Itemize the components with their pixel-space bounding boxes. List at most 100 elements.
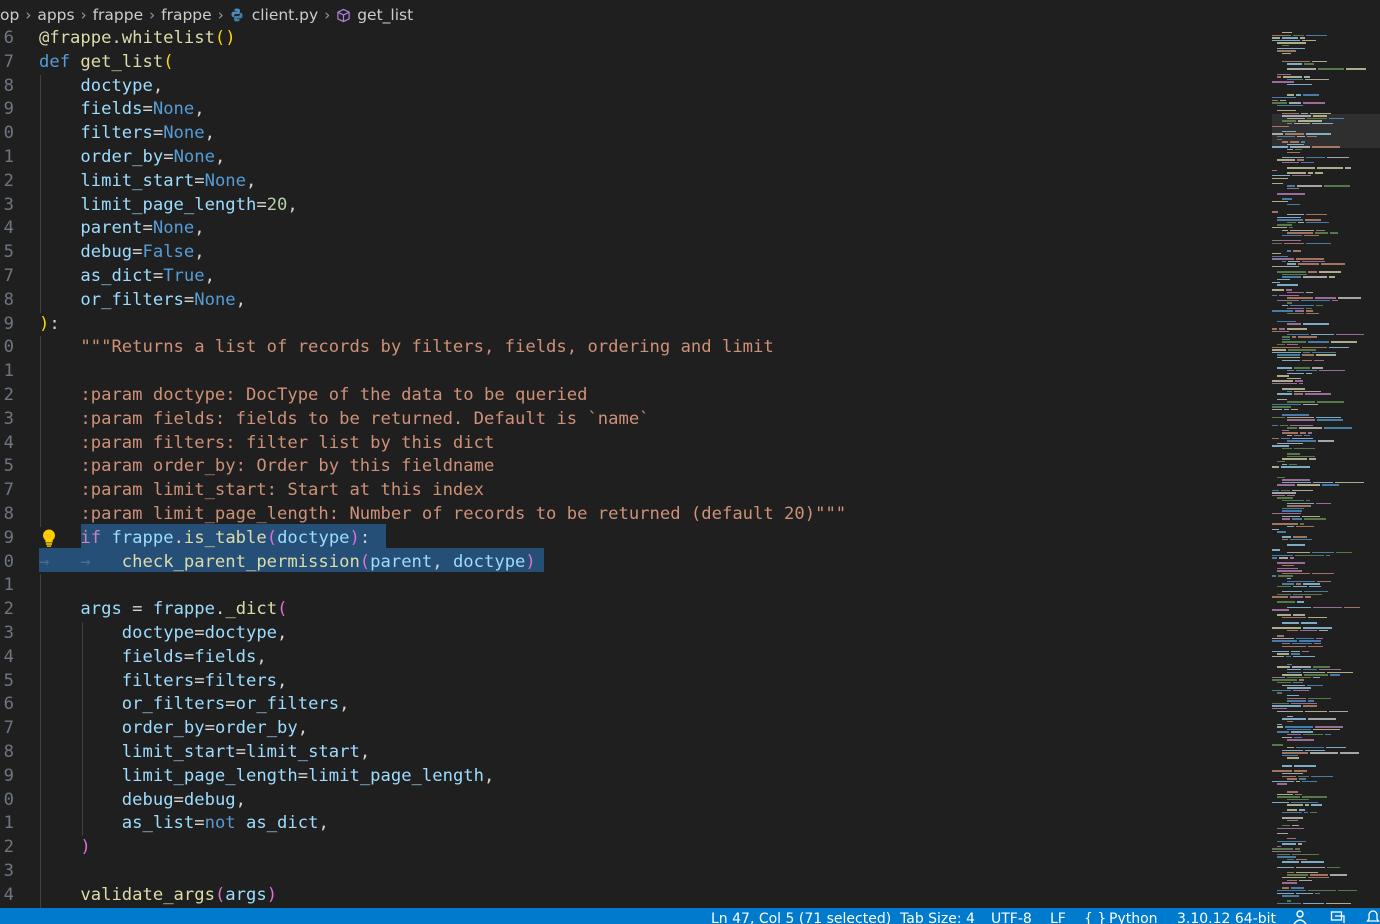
minimap-code-line bbox=[1287, 804, 1303, 806]
minimap-code-line bbox=[1305, 710, 1327, 712]
minimap-code-line bbox=[1295, 848, 1300, 850]
minimap-code-line bbox=[1287, 390, 1292, 393]
minimap-code-line bbox=[1292, 437, 1313, 439]
minimap-code-line bbox=[1312, 367, 1323, 369]
minimap-code-line bbox=[1277, 903, 1301, 905]
code-line: 7 def get_list( bbox=[0, 51, 1270, 75]
minimap-code-line bbox=[1287, 328, 1307, 330]
minimap-code-line bbox=[1282, 32, 1292, 34]
tab-size[interactable]: Tab Size: 4 bbox=[900, 911, 975, 924]
breadcrumb-item-frappe[interactable]: frappe bbox=[93, 6, 144, 24]
minimap-code-line bbox=[1272, 650, 1289, 653]
minimap-code-line bbox=[1287, 401, 1315, 403]
minimap-code-line bbox=[1282, 754, 1298, 757]
status-bar: Ln 47, Col 5 (71 selected) Tab Size: 4 U… bbox=[0, 908, 1380, 924]
minimap-code-line bbox=[1282, 674, 1302, 676]
minimap-code-line bbox=[1336, 333, 1364, 335]
minimap-code-line bbox=[1277, 593, 1291, 595]
code-line: 3 doctype=doctype, bbox=[0, 622, 1270, 646]
minimap-code-line bbox=[1335, 481, 1364, 484]
minimap-code-line bbox=[1291, 887, 1304, 889]
line-number: 8 bbox=[3, 75, 14, 96]
minimap-code-line bbox=[1287, 263, 1296, 265]
minimap-code-line bbox=[1282, 572, 1310, 575]
minimap-code-line bbox=[1277, 42, 1306, 44]
minimap-code-line bbox=[1293, 585, 1307, 588]
minimap-code-line bbox=[1290, 596, 1303, 598]
minimap-code-line bbox=[1304, 812, 1308, 814]
code-line: 1 bbox=[0, 574, 1270, 599]
minimap-code-line bbox=[1277, 320, 1296, 322]
python-interpreter[interactable]: 3.10.12 64-bit bbox=[1177, 911, 1276, 924]
minimap-code-line bbox=[1312, 572, 1334, 575]
breadcrumb-item-symbol[interactable]: get_list bbox=[336, 6, 413, 24]
breadcrumb-item-file[interactable]: client.py bbox=[230, 6, 318, 24]
minimap-code-line bbox=[1301, 162, 1314, 164]
minimap-code-line bbox=[1305, 596, 1311, 598]
breadcrumb-item-apps[interactable]: apps bbox=[37, 6, 74, 24]
minimap[interactable] bbox=[1270, 30, 1380, 908]
minimap-code-line bbox=[1287, 757, 1299, 759]
language-mode[interactable]: Python bbox=[1109, 911, 1158, 924]
minimap-code-line bbox=[1277, 827, 1304, 829]
minimap-code-line bbox=[1272, 99, 1278, 101]
breadcrumb-item-frappe-pkg[interactable]: frappe bbox=[161, 6, 212, 24]
minimap-code-line bbox=[1282, 305, 1288, 307]
code-editor[interactable]: 6 @frappe.whitelist() 7 def get_list( 8 … bbox=[0, 30, 1270, 908]
accounts-icon[interactable] bbox=[1292, 910, 1308, 924]
minimap-code-line bbox=[1291, 653, 1300, 655]
minimap-code-line bbox=[1279, 294, 1299, 296]
line-number: 3 bbox=[3, 408, 14, 429]
bell-icon[interactable] bbox=[1366, 910, 1380, 924]
minimap-code-line bbox=[1287, 440, 1316, 442]
lightbulb-icon[interactable] bbox=[40, 528, 58, 548]
line-number: 0 bbox=[3, 123, 14, 144]
minimap-code-line bbox=[1306, 310, 1313, 312]
minimap-code-line bbox=[1282, 341, 1306, 343]
minimap-code-line bbox=[1285, 133, 1304, 135]
minimap-code-line bbox=[1272, 627, 1301, 629]
minimap-code-line bbox=[1272, 640, 1297, 642]
minimap-code-line bbox=[1282, 539, 1288, 541]
code-line: 6 or_filters=or_filters, bbox=[0, 693, 1270, 718]
minimap-code-line bbox=[1287, 419, 1315, 421]
minimap-code-line bbox=[1297, 159, 1304, 161]
minimap-code-line bbox=[1308, 271, 1317, 273]
end-of-line[interactable]: LF bbox=[1050, 911, 1066, 924]
minimap-code-line bbox=[1272, 554, 1293, 556]
cursor-position[interactable]: Ln 47, Col 5 (71 selected) bbox=[711, 911, 891, 924]
minimap-code-line bbox=[1282, 112, 1299, 114]
minimap-code-line bbox=[1287, 151, 1300, 153]
minimap-code-line bbox=[1277, 570, 1302, 572]
minimap-code-line bbox=[1318, 68, 1344, 70]
minimap-code-line bbox=[1277, 853, 1290, 855]
minimap-code-line bbox=[1308, 877, 1329, 879]
minimap-code-line bbox=[1287, 721, 1293, 723]
minimap-code-line bbox=[1295, 793, 1302, 796]
minimap-code-line bbox=[1312, 146, 1340, 148]
minimap-code-line bbox=[1287, 453, 1300, 455]
line-number: 9 bbox=[3, 99, 14, 120]
minimap-code-line bbox=[1301, 861, 1324, 863]
code-line: 5 filters=filters, bbox=[0, 669, 1270, 694]
minimap-code-line bbox=[1282, 260, 1286, 263]
minimap-code-line bbox=[1298, 221, 1304, 224]
minimap-code-line bbox=[1287, 302, 1292, 304]
minimap-code-line bbox=[1277, 484, 1295, 486]
minimap-code-line bbox=[1287, 578, 1291, 580]
encoding[interactable]: UTF-8 bbox=[991, 911, 1032, 924]
minimap-code-line bbox=[1282, 583, 1294, 585]
feedback-icon[interactable] bbox=[1330, 910, 1346, 924]
minimap-code-line bbox=[1303, 903, 1324, 905]
breadcrumb-item-app[interactable]: op bbox=[0, 6, 19, 24]
minimap-code-line bbox=[1330, 232, 1338, 234]
minimap-code-line bbox=[1327, 156, 1349, 159]
minimap-code-line bbox=[1287, 858, 1294, 861]
minimap-code-line bbox=[1277, 193, 1305, 195]
minimap-code-line bbox=[1287, 728, 1311, 731]
minimap-code-line bbox=[1287, 544, 1305, 546]
minimap-code-line bbox=[1316, 305, 1323, 307]
minimap-code-line bbox=[1287, 63, 1302, 65]
minimap-code-line bbox=[1329, 710, 1348, 712]
breadcrumb-label: frappe bbox=[92, 6, 144, 24]
